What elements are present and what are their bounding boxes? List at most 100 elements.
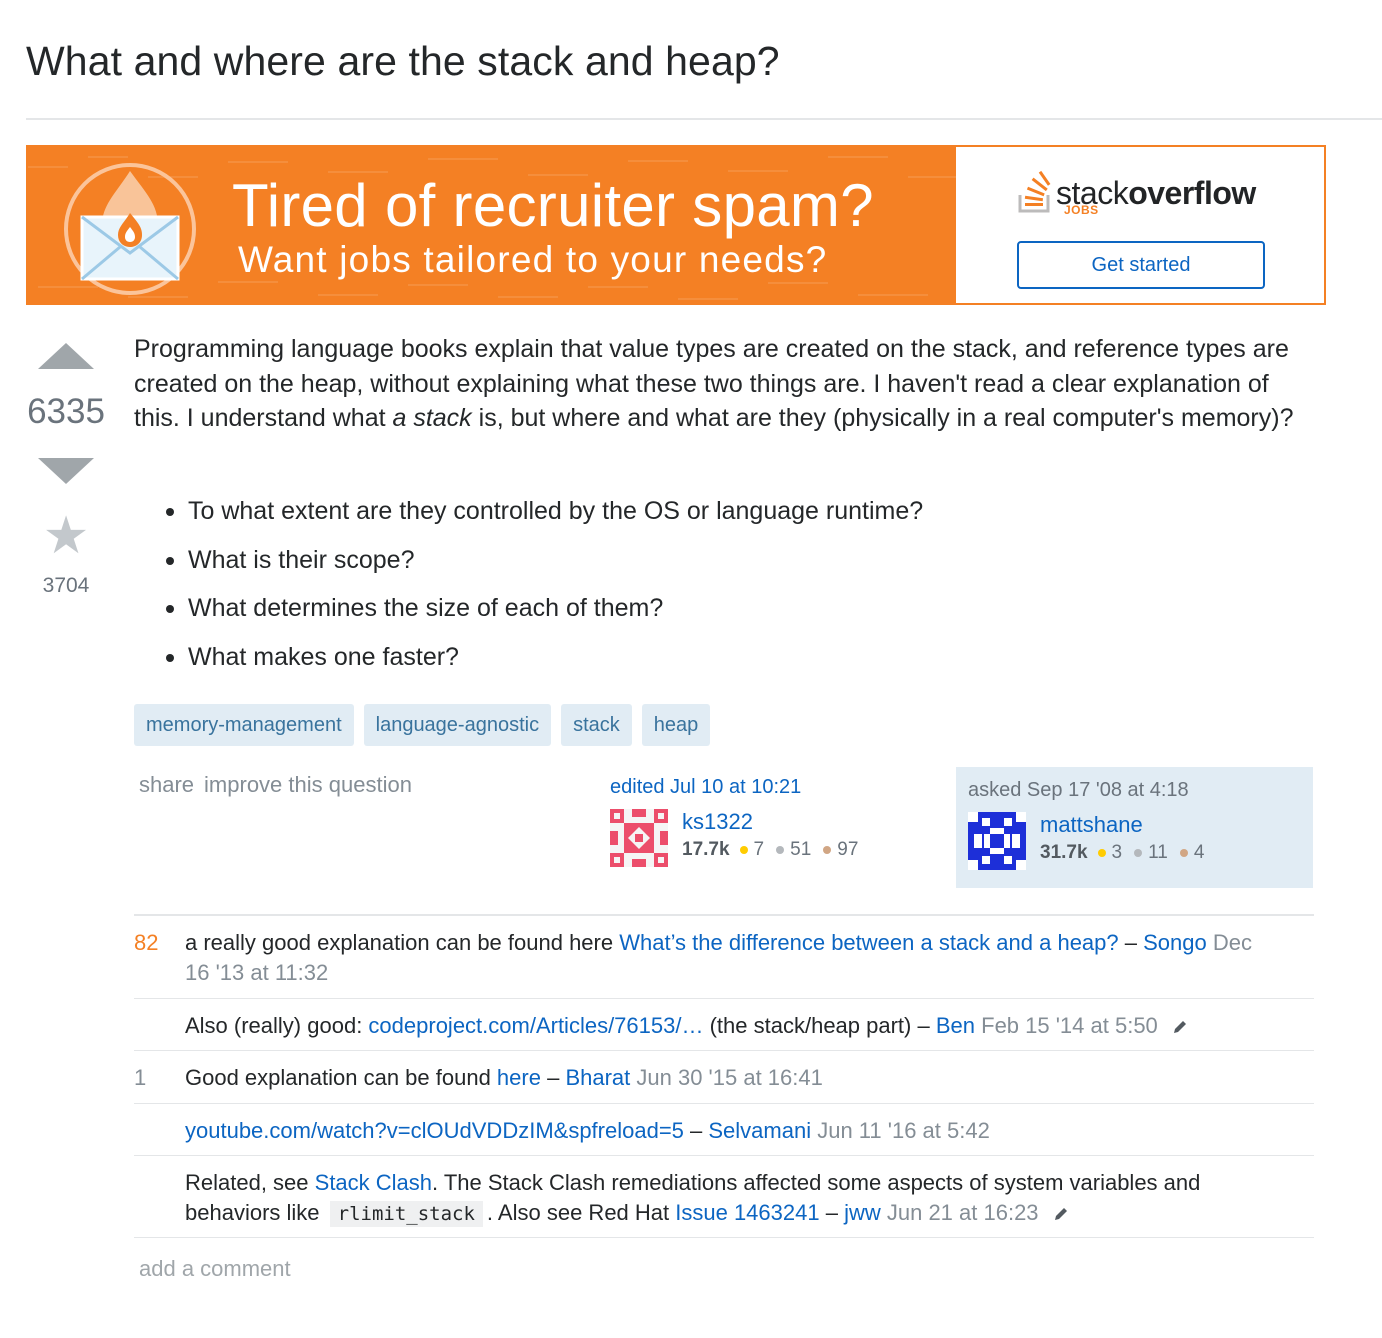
- comment-score: [134, 999, 185, 1050]
- silver-badge-icon: [776, 846, 785, 854]
- comment-user[interactable]: Ben: [936, 1013, 975, 1038]
- tag-language-agnostic[interactable]: language-agnostic: [363, 704, 552, 746]
- comment: Related, see Stack Clash. The Stack Clas…: [134, 1156, 1314, 1238]
- comment-link[interactable]: youtube.com/watch?v=clOUdVDDzIM&spfreloa…: [185, 1118, 684, 1143]
- comment: 1 Good explanation can be found here – B…: [134, 1051, 1314, 1104]
- list-item: To what extent are they controlled by th…: [162, 494, 923, 543]
- comment-score: 82: [134, 930, 159, 955]
- comment-link[interactable]: codeproject.com/Articles/76153/…: [368, 1013, 703, 1038]
- asked-signature: asked Sep 17 '08 at 4:18 mattshane 31.7k…: [956, 767, 1313, 888]
- comment-text-mid2: . Also see Red Hat: [486, 1200, 676, 1225]
- banner-white-panel[interactable]: stackoverflow JOBS Get started: [956, 147, 1324, 303]
- comment: Also (really) good: codeproject.com/Arti…: [134, 999, 1314, 1051]
- comment-date[interactable]: Jun 21 at 16:23: [887, 1200, 1039, 1225]
- banner-headline[interactable]: Tired of recruiter spam?: [232, 171, 874, 240]
- logo-jobs-label: JOBS: [1064, 203, 1099, 217]
- comment-text: Related, see: [185, 1170, 315, 1195]
- silver-badge-count: 11: [1148, 842, 1168, 863]
- avatar[interactable]: [968, 812, 1026, 870]
- reputation-score: 31.7k: [1040, 842, 1088, 863]
- comment-body: Good explanation can be found here – Bha…: [185, 1051, 1314, 1103]
- stack-overflow-icon: [1018, 170, 1051, 213]
- list-item: What is their scope?: [162, 543, 923, 592]
- tag-stack[interactable]: stack: [561, 704, 632, 746]
- asker-username[interactable]: mattshane: [1040, 812, 1216, 838]
- list-item: What makes one faster?: [162, 640, 923, 689]
- reputation-score: 17.7k: [682, 839, 730, 860]
- question-bullet-list: To what extent are they controlled by th…: [162, 494, 923, 688]
- comment-date[interactable]: Jun 30 '15 at 16:41: [636, 1065, 822, 1090]
- bronze-badge-count: 4: [1193, 842, 1205, 863]
- comment-user[interactable]: Songo: [1143, 930, 1207, 955]
- post-menu: share improve this question: [139, 772, 412, 798]
- improve-question-link[interactable]: improve this question: [204, 772, 412, 798]
- comment-date[interactable]: Jun 11 '16 at 5:42: [817, 1118, 990, 1143]
- comment-separator: –: [911, 1013, 936, 1038]
- favorite-star-icon[interactable]: ★: [36, 510, 96, 562]
- gold-badge-count: 3: [1111, 842, 1123, 863]
- body-emphasis: a stack: [392, 404, 472, 432]
- editor-username[interactable]: ks1322: [682, 809, 870, 835]
- asker-reputation: 31.7k 3 11 4: [1040, 842, 1216, 864]
- gold-badge-icon: [1097, 849, 1106, 857]
- comment-separator: –: [540, 1065, 566, 1090]
- comment-user[interactable]: Selvamani: [708, 1118, 811, 1143]
- comment-date[interactable]: Feb 15 '14 at 5:50: [981, 1013, 1158, 1038]
- comment: 82 a really good explanation can be foun…: [134, 916, 1314, 999]
- tag-list: memory-management language-agnostic stac…: [134, 704, 711, 746]
- comments-list: 82 a really good explanation can be foun…: [134, 914, 1314, 1238]
- comment-body: Related, see Stack Clash. The Stack Clas…: [185, 1156, 1314, 1237]
- favorite-count: 3704: [42, 574, 90, 597]
- title-divider: [26, 118, 1382, 120]
- add-comment-link[interactable]: add a comment: [139, 1256, 291, 1282]
- comment-body: Also (really) good: codeproject.com/Arti…: [185, 999, 1314, 1050]
- bronze-badge-icon: [823, 846, 832, 854]
- comment-user[interactable]: jww: [844, 1200, 881, 1225]
- gold-badge-count: 7: [753, 839, 765, 860]
- comment-link[interactable]: here: [497, 1065, 541, 1090]
- vote-count: 6335: [27, 392, 105, 431]
- asked-timestamp: asked Sep 17 '08 at 4:18: [968, 779, 1189, 801]
- comment-text: Also (really) good:: [185, 1013, 369, 1038]
- editor-reputation: 17.7k 7 51 97: [682, 839, 870, 861]
- share-link[interactable]: share: [139, 772, 194, 798]
- pencil-edit-icon: [1173, 1021, 1186, 1034]
- question-body: Programming language books explain that …: [134, 332, 1314, 436]
- comment-link-2[interactable]: Issue 1463241: [675, 1200, 819, 1225]
- comment-score: [134, 1104, 185, 1155]
- silver-badge-count: 51: [790, 839, 812, 860]
- comment-user[interactable]: Bharat: [565, 1065, 630, 1090]
- comment-body: youtube.com/watch?v=clOUdVDDzIM&spfreloa…: [185, 1104, 1314, 1155]
- avatar[interactable]: [610, 809, 668, 867]
- banner-orange-panel[interactable]: Tired of recruiter spam? Want jobs tailo…: [28, 147, 956, 303]
- comment-separator: –: [1118, 930, 1144, 955]
- comment-separator: –: [683, 1118, 709, 1143]
- comment-link[interactable]: Stack Clash: [315, 1170, 432, 1195]
- comment-body: a really good explanation can be found h…: [185, 916, 1314, 998]
- jobs-banner-ad[interactable]: Tired of recruiter spam? Want jobs tailo…: [26, 145, 1326, 305]
- tag-heap[interactable]: heap: [641, 704, 711, 746]
- edited-signature: edited Jul 10 at 10:21 ks1322 17.7k 7 51…: [610, 776, 950, 867]
- banner-subline[interactable]: Want jobs tailored to your needs?: [238, 239, 827, 281]
- downvote-arrow-icon[interactable]: [38, 458, 94, 484]
- inline-code: rlimit_stack: [329, 1201, 483, 1227]
- page-title[interactable]: What and where are the stack and heap?: [26, 38, 780, 85]
- pencil-edit-icon: [1054, 1208, 1067, 1221]
- upvote-arrow-icon[interactable]: [38, 343, 94, 369]
- body-text-2: is, but where and what are they (physica…: [471, 404, 1294, 432]
- stackoverflow-jobs-logo[interactable]: stackoverflow JOBS: [1016, 169, 1256, 217]
- comment-link[interactable]: What’s the difference between a stack an…: [619, 930, 1118, 955]
- gold-badge-icon: [739, 846, 748, 854]
- bronze-badge-count: 97: [837, 839, 859, 860]
- bronze-badge-icon: [1179, 849, 1188, 857]
- comment: youtube.com/watch?v=clOUdVDDzIM&spfreloa…: [134, 1104, 1314, 1156]
- fire-envelope-icon: [64, 163, 196, 295]
- edited-timestamp-link[interactable]: edited Jul 10 at 10:21: [610, 776, 801, 798]
- comment-separator: –: [819, 1200, 845, 1225]
- tag-memory-management[interactable]: memory-management: [134, 704, 354, 746]
- list-item: What determines the size of each of them…: [162, 591, 923, 640]
- get-started-button[interactable]: Get started: [1017, 241, 1265, 289]
- comment-text: a really good explanation can be found h…: [185, 930, 620, 955]
- comment-text-after: (the stack/heap part): [703, 1013, 912, 1038]
- logo-text-bold: overflow: [1128, 175, 1256, 211]
